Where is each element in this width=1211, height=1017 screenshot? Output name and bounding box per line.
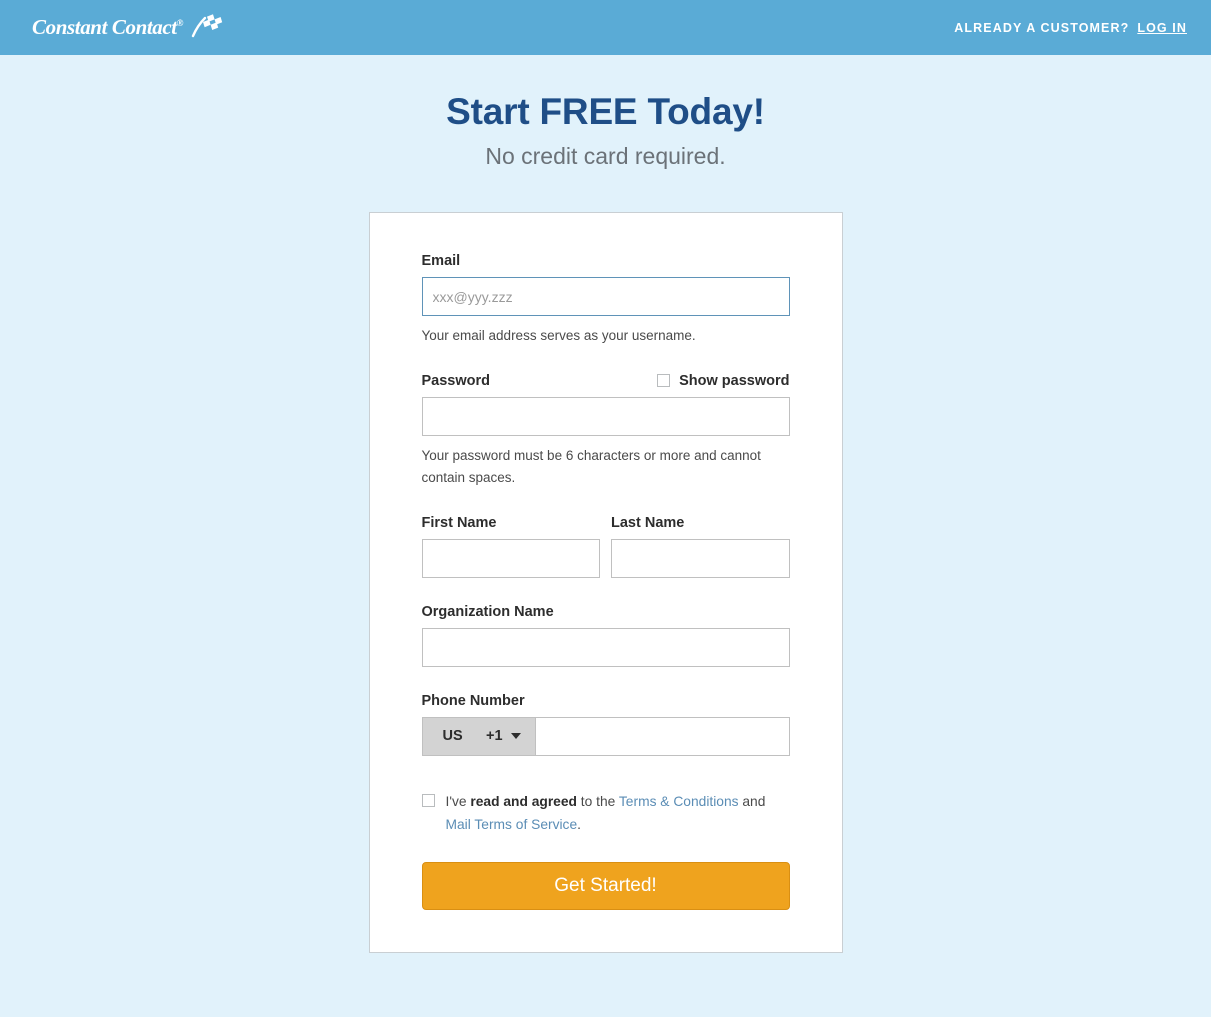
terms-conjunction: and — [738, 793, 766, 809]
log-in-link[interactable]: LOG IN — [1137, 21, 1187, 35]
page-subtitle: No credit card required. — [485, 143, 726, 169]
organization-field-group: Organization Name — [421, 603, 790, 667]
already-customer-text: ALREADY A CUSTOMER? — [954, 20, 1130, 35]
email-label: Email — [421, 253, 461, 269]
email-input[interactable] — [421, 277, 790, 316]
registered-mark: ® — [176, 18, 184, 28]
password-label-row: Password Show password — [422, 373, 790, 389]
brand-logo[interactable]: Constant Contact® — [32, 12, 225, 43]
first-name-field-group: First Name — [421, 514, 600, 578]
show-password-toggle[interactable]: Show password — [657, 372, 790, 389]
phone-number-input[interactable] — [534, 716, 790, 756]
brand-name-text: Constant Contact — [32, 15, 177, 39]
password-label: Password — [421, 372, 491, 389]
terms-agreement-checkbox[interactable] — [421, 793, 435, 807]
phone-input-row: US +1 — [421, 716, 790, 756]
chevron-down-icon — [510, 733, 521, 740]
dial-code-label: +1 — [486, 728, 503, 745]
dial-code-wrap: +1 — [486, 728, 521, 744]
email-help-text: Your email address serves as your userna… — [421, 328, 696, 343]
password-field-group: Password Show password Your password mus… — [421, 373, 790, 489]
get-started-button[interactable]: Get Started! — [421, 861, 790, 910]
first-name-label: First Name — [421, 514, 497, 531]
brand-wordmark: Constant Contact® — [32, 15, 183, 40]
page-title: Start FREE Today! — [446, 91, 765, 132]
terms-middle: to the — [576, 793, 619, 809]
terms-conditions-link[interactable]: Terms & Conditions — [619, 794, 739, 809]
signup-form-card: Email Your email address serves as your … — [368, 212, 843, 953]
last-name-input[interactable] — [611, 538, 790, 578]
mail-terms-of-service-link[interactable]: Mail Terms of Service — [446, 817, 578, 832]
organization-label: Organization Name — [421, 603, 554, 620]
terms-agreement-row: I've read and agreed to the Terms & Cond… — [421, 790, 790, 836]
hero-section: Start FREE Today! No credit card require… — [0, 55, 1211, 170]
country-code-label: US — [442, 728, 463, 745]
password-help-text: Your password must be 6 characters or mo… — [421, 447, 761, 485]
checkered-flag-icon — [191, 12, 225, 43]
first-name-input[interactable] — [421, 538, 600, 578]
show-password-checkbox[interactable] — [657, 374, 671, 388]
phone-label: Phone Number — [421, 692, 525, 709]
last-name-label: Last Name — [611, 514, 685, 531]
terms-agreement-text: I've read and agreed to the Terms & Cond… — [446, 790, 790, 836]
name-fields-row: First Name Last Name — [421, 514, 790, 578]
country-code-select[interactable]: US +1 — [421, 716, 535, 756]
site-header: Constant Contact® ALREADY A CUSTOMER? LO… — [0, 0, 1211, 55]
terms-bold-phrase: read and agreed — [470, 793, 577, 809]
terms-prefix: I've — [445, 793, 471, 809]
show-password-label: Show password — [679, 372, 790, 389]
email-field-group: Email Your email address serves as your … — [421, 253, 790, 347]
terms-suffix: . — [577, 816, 581, 832]
header-account-area: ALREADY A CUSTOMER? LOG IN — [954, 21, 1187, 35]
password-input[interactable] — [421, 396, 790, 436]
organization-input[interactable] — [421, 627, 790, 667]
last-name-field-group: Last Name — [611, 515, 790, 578]
phone-field-group: Phone Number US +1 — [421, 692, 790, 756]
